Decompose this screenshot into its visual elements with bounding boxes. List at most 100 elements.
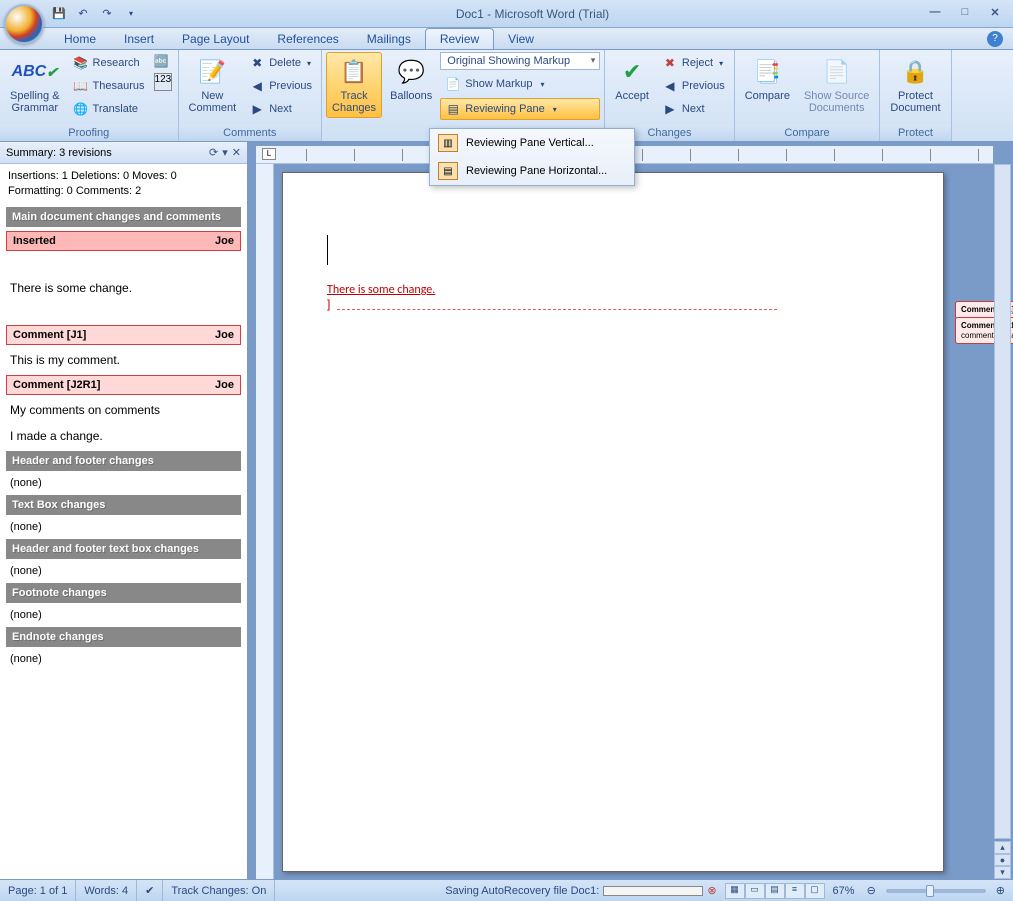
spelling-grammar-button[interactable]: ABC✔ Spelling & Grammar: [4, 52, 66, 118]
none-text: (none): [0, 561, 247, 581]
revision-stats: Insertions: 1 Deletions: 0 Moves: 0 Form…: [0, 164, 247, 205]
next-change-icon: ▶: [662, 101, 678, 117]
draft-view-button[interactable]: ▢: [805, 883, 825, 899]
balloons-button[interactable]: 💬 Balloons: [384, 52, 438, 106]
previous-comment-button[interactable]: ◀Previous: [244, 75, 317, 97]
revision-entry-body[interactable]: There is some change.: [0, 253, 247, 323]
print-layout-view-button[interactable]: ▦: [725, 883, 745, 899]
save-icon[interactable]: 💾: [50, 5, 68, 23]
tab-page-layout[interactable]: Page Layout: [168, 29, 263, 49]
revision-entry-header[interactable]: Comment [J1] Joe: [6, 325, 241, 345]
section-footnote: Footnote changes: [6, 583, 241, 603]
title-bar: 💾 ↶ ↷ ▾ Doc1 - Microsoft Word (Trial) — …: [0, 0, 1013, 28]
tab-view[interactable]: View: [494, 29, 548, 49]
none-text: (none): [0, 517, 247, 537]
none-text: (none): [0, 473, 247, 493]
reviewing-pane-vertical-item[interactable]: ▥ Reviewing Pane Vertical...: [430, 129, 634, 157]
zoom-out-button[interactable]: ⊖: [863, 884, 880, 897]
translate-icon: 🌐: [73, 101, 89, 117]
help-button[interactable]: ?: [987, 31, 1003, 47]
new-comment-icon: 📝: [196, 56, 228, 88]
quick-access-toolbar: 💾 ↶ ↷ ▾: [50, 5, 140, 23]
zoom-slider[interactable]: [886, 889, 986, 893]
previous-change-button[interactable]: ◀Previous: [657, 75, 730, 97]
redo-icon[interactable]: ↷: [98, 5, 116, 23]
accept-button[interactable]: ✔ Accept: [609, 52, 655, 106]
zoom-in-button[interactable]: ⊕: [992, 884, 1013, 897]
zoom-thumb[interactable]: [926, 885, 934, 897]
refresh-icon[interactable]: ⟳: [209, 146, 218, 159]
revision-entry-body[interactable]: My comments on comments I made a change.: [0, 397, 247, 449]
revision-entry-header[interactable]: Inserted Joe: [6, 231, 241, 251]
track-changes-button[interactable]: 📋 Track Changes: [326, 52, 382, 118]
minimize-button[interactable]: —: [925, 6, 945, 22]
reviewing-pane-button[interactable]: ▤Reviewing Pane▾: [440, 98, 600, 120]
track-changes-status[interactable]: Track Changes: On: [163, 880, 275, 901]
full-screen-view-button[interactable]: ▭: [745, 883, 765, 899]
word-count-status[interactable]: Words: 4: [76, 880, 137, 901]
close-pane-icon[interactable]: ✕: [232, 146, 241, 159]
lock-icon: 🔒: [899, 56, 931, 88]
set-language-icon[interactable]: 🔤: [154, 54, 172, 72]
show-source-button[interactable]: 📄 Show Source Documents: [798, 52, 875, 118]
tab-selector[interactable]: L: [262, 148, 276, 160]
document-page[interactable]: There is some change. ] Comment [J1]: Th…: [282, 172, 944, 872]
office-button[interactable]: [4, 4, 44, 44]
tab-mailings[interactable]: Mailings: [353, 29, 425, 49]
autosave-status: Saving AutoRecovery file Doc1: ⊗: [437, 880, 724, 901]
new-comment-button[interactable]: 📝 New Comment: [183, 52, 243, 118]
show-markup-button[interactable]: 📄Show Markup▾: [440, 73, 600, 95]
select-browse-object-button[interactable]: ●: [994, 854, 1011, 866]
section-main-changes: Main document changes and comments: [6, 207, 241, 227]
tab-references[interactable]: References: [263, 29, 352, 49]
web-layout-view-button[interactable]: ▤: [765, 883, 785, 899]
zoom-level[interactable]: 67%: [825, 880, 863, 901]
page-status[interactable]: Page: 1 of 1: [0, 880, 76, 901]
display-for-review-dropdown[interactable]: Original Showing Markup: [440, 52, 600, 70]
next-comment-button[interactable]: ▶Next: [244, 98, 317, 120]
section-hf-textbox: Header and footer text box changes: [6, 539, 241, 559]
reject-button[interactable]: ✖Reject▾: [657, 52, 730, 74]
tab-insert[interactable]: Insert: [110, 29, 168, 49]
pane-horizontal-icon: ▤: [438, 162, 458, 180]
window-title: Doc1 - Microsoft Word (Trial): [140, 7, 925, 21]
qat-dropdown-icon[interactable]: ▾: [122, 5, 140, 23]
next-page-button[interactable]: ▾: [994, 866, 1011, 879]
compare-icon: 📑: [751, 56, 783, 88]
comment-connector: [337, 309, 777, 310]
revision-entry-header[interactable]: Comment [J2R1] Joe: [6, 375, 241, 395]
vertical-ruler[interactable]: [256, 164, 274, 879]
thesaurus-button[interactable]: 📖Thesaurus: [68, 75, 150, 97]
research-button[interactable]: 📚Research: [68, 52, 150, 74]
previous-icon: ◀: [249, 78, 265, 94]
undo-icon[interactable]: ↶: [74, 5, 92, 23]
accept-icon: ✔: [616, 56, 648, 88]
word-count-icon[interactable]: 123: [154, 73, 172, 91]
group-compare: 📑 Compare 📄 Show Source Documents Compar…: [735, 50, 881, 141]
status-bar: Page: 1 of 1 Words: 4 ✔ Track Changes: O…: [0, 879, 1013, 901]
next-change-button[interactable]: ▶Next: [657, 98, 730, 120]
reviewing-pane-horizontal-item[interactable]: ▤ Reviewing Pane Horizontal...: [430, 157, 634, 185]
delete-comment-button[interactable]: ✖Delete▾: [244, 52, 317, 74]
revision-entry-body[interactable]: This is my comment.: [0, 347, 247, 373]
translate-button[interactable]: 🌐Translate: [68, 98, 150, 120]
proofing-status[interactable]: ✔: [137, 880, 163, 901]
group-label: Compare: [735, 125, 880, 141]
delete-icon: ✖: [249, 55, 265, 71]
inserted-text[interactable]: There is some change.: [327, 283, 435, 297]
group-label: Protect: [880, 125, 950, 141]
expand-icon[interactable]: ▾: [222, 146, 228, 159]
compare-button[interactable]: 📑 Compare: [739, 52, 796, 106]
previous-page-button[interactable]: ▴: [994, 841, 1011, 854]
vertical-scrollbar[interactable]: [994, 164, 1011, 839]
menu-item-label: Reviewing Pane Horizontal...: [466, 165, 607, 177]
tab-review[interactable]: Review: [425, 28, 494, 49]
maximize-button[interactable]: □: [955, 6, 975, 22]
previous-change-icon: ◀: [662, 78, 678, 94]
close-button[interactable]: ✕: [985, 6, 1005, 22]
protect-document-button[interactable]: 🔒 Protect Document: [884, 52, 946, 118]
progress-bar: [603, 886, 703, 896]
tab-home[interactable]: Home: [50, 29, 110, 49]
cancel-save-icon[interactable]: ⊗: [707, 884, 716, 897]
outline-view-button[interactable]: ≡: [785, 883, 805, 899]
